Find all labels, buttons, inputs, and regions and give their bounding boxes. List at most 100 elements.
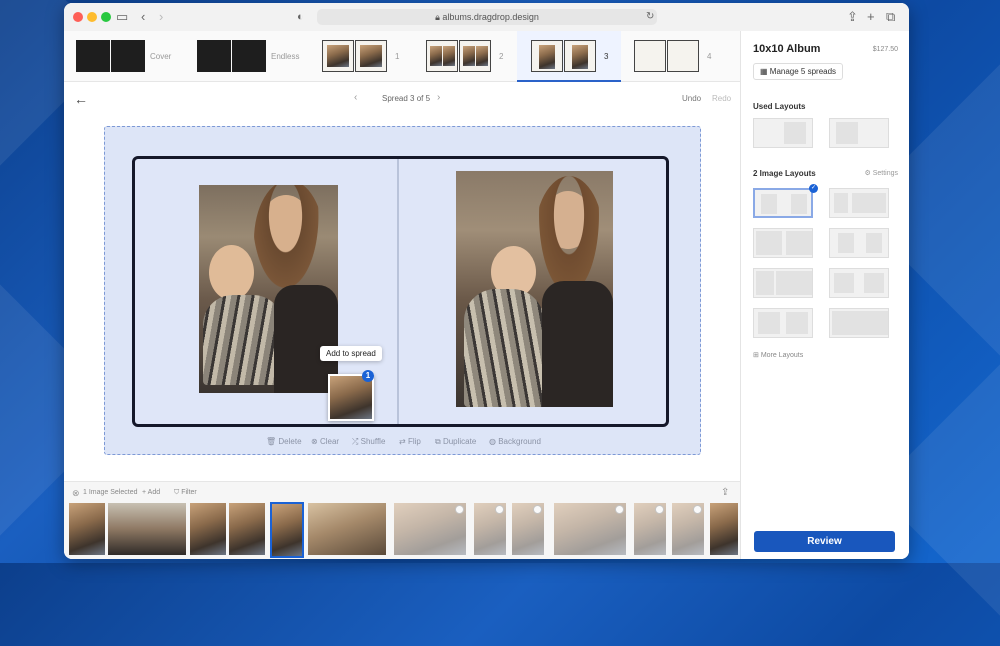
- library-photo[interactable]: [308, 503, 386, 555]
- spread-thumb-endless[interactable]: Endless: [197, 40, 300, 72]
- layout-option[interactable]: [753, 118, 813, 148]
- spread-tab-selected[interactable]: 3: [517, 31, 621, 82]
- layout-sidebar: 10x10 Album $127.50 ▦ Manage 5 spreads U…: [740, 31, 909, 559]
- two-image-layouts-heading: 2 Image Layouts: [753, 169, 816, 178]
- back-arrow-icon[interactable]: ‹: [141, 9, 145, 25]
- used-check-icon: [455, 505, 464, 514]
- spread-label: Endless: [271, 52, 300, 61]
- spread-indicator: Spread 3 of 5: [382, 94, 431, 103]
- back-arrow-icon[interactable]: ←: [74, 91, 88, 107]
- more-layouts-button[interactable]: ⊞ More Layouts: [753, 351, 803, 359]
- layout-option[interactable]: [829, 118, 889, 148]
- manage-spreads-button[interactable]: ▦ Manage 5 spreads: [753, 63, 844, 80]
- flip-icon: ⇄: [399, 437, 408, 446]
- spread-thumb-3[interactable]: 3: [531, 40, 611, 72]
- layout-option[interactable]: [753, 228, 813, 258]
- deselect-icon[interactable]: ⊗: [72, 488, 80, 499]
- spread-action-shuffle[interactable]: ⤮ Shuffle: [352, 437, 385, 447]
- spread-action-delete[interactable]: 🗑︎ Delete: [266, 437, 302, 446]
- forward-arrow-icon[interactable]: ›: [159, 9, 163, 25]
- layout-option[interactable]: [753, 308, 813, 338]
- spread-thumb-4[interactable]: 4: [634, 40, 714, 72]
- maximize-window-button[interactable]: [101, 12, 111, 22]
- library-photo[interactable]: [190, 503, 226, 555]
- library-photo[interactable]: [229, 503, 265, 555]
- clear-icon: ⊗: [311, 437, 320, 446]
- selected-check-icon: ✓: [809, 184, 818, 193]
- undo-button[interactable]: Undo: [682, 94, 701, 103]
- filter-button[interactable]: ⛉ Filter: [174, 489, 197, 497]
- shuffle-icon: ⤮: [352, 437, 361, 446]
- selection-count-badge: 1: [362, 370, 374, 382]
- library-photo[interactable]: [108, 503, 186, 555]
- selection-count-text: 1 Image Selected: [83, 489, 138, 496]
- browser-titlebar: ▭ ‹ › ◐ 🔒︎ albums.dragdrop.design ↻ ⇪ + …: [64, 3, 909, 32]
- layout-settings-button[interactable]: ⚙ Settings: [864, 169, 898, 177]
- spread-label: 3: [604, 52, 609, 61]
- library-photo-used[interactable]: [554, 503, 626, 555]
- duplicate-icon: ⧉: [435, 437, 443, 446]
- layout-option[interactable]: [829, 308, 889, 338]
- spread-label: 1: [395, 52, 400, 61]
- library-photo-used[interactable]: [512, 503, 544, 555]
- grid-icon: ▦: [760, 67, 770, 76]
- layout-option[interactable]: [829, 188, 889, 218]
- spread-label: 4: [707, 52, 712, 61]
- layout-option-selected[interactable]: [753, 188, 813, 218]
- layout-option[interactable]: [829, 268, 889, 298]
- library-photo-used[interactable]: [394, 503, 466, 555]
- spread-action-flip[interactable]: ⇄ Flip: [399, 437, 421, 446]
- background-icon: ◍: [489, 437, 499, 446]
- left-page-photo[interactable]: [199, 185, 338, 393]
- prev-spread-icon[interactable]: ‹: [354, 92, 357, 103]
- library-photo-selected[interactable]: [270, 502, 304, 558]
- library-photo[interactable]: [69, 503, 105, 555]
- used-check-icon: [495, 505, 504, 514]
- sidebar-toggle-icon[interactable]: ▭: [116, 9, 128, 25]
- browser-window: ▭ ‹ › ◐ 🔒︎ albums.dragdrop.design ↻ ⇪ + …: [64, 3, 909, 559]
- editor-toolbar: ← ‹ Spread 3 of 5 › Undo Redo: [64, 81, 740, 117]
- url-text: albums.dragdrop.design: [442, 12, 539, 22]
- spread-label: Cover: [150, 52, 172, 61]
- redo-button[interactable]: Redo: [712, 94, 731, 103]
- layout-option[interactable]: [829, 228, 889, 258]
- reload-icon[interactable]: ↻: [646, 9, 654, 25]
- add-photos-button[interactable]: + Add: [142, 489, 160, 496]
- layout-option[interactable]: [753, 268, 813, 298]
- spread-thumb-cover[interactable]: Cover: [76, 40, 172, 72]
- album-title: 10x10 Album: [753, 43, 821, 55]
- share-icon[interactable]: ⇪: [847, 9, 858, 25]
- library-photo[interactable]: [710, 503, 738, 555]
- library-photo-used[interactable]: [672, 503, 704, 555]
- page-gutter: [397, 159, 399, 424]
- review-button[interactable]: Review: [754, 531, 895, 552]
- used-check-icon: [533, 505, 542, 514]
- library-photo-used[interactable]: [634, 503, 666, 555]
- upload-icon[interactable]: ⇪: [721, 487, 729, 498]
- album-price: $127.50: [872, 46, 898, 53]
- used-check-icon: [655, 505, 664, 514]
- shield-icon[interactable]: ◐: [297, 9, 304, 25]
- close-window-button[interactable]: [73, 12, 83, 22]
- spreads-strip: Cover Endless 1 2 3 4: [64, 31, 740, 82]
- spread-thumb-1[interactable]: 1: [322, 40, 402, 72]
- right-page-photo[interactable]: [456, 171, 613, 407]
- address-bar[interactable]: 🔒︎ albums.dragdrop.design: [317, 9, 657, 25]
- settings-icon: ⚙: [864, 170, 873, 177]
- tabs-overview-icon[interactable]: ⧉: [886, 9, 895, 25]
- spread-action-background[interactable]: ◍ Background: [489, 437, 541, 446]
- used-layouts-heading: Used Layouts: [753, 102, 806, 111]
- trash-icon: 🗑︎: [266, 437, 279, 446]
- spread-label: 2: [499, 52, 504, 61]
- photo-library: ⊗ 1 Image Selected + Add ⛉ Filter ⇪: [64, 481, 740, 559]
- used-check-icon: [693, 505, 702, 514]
- new-tab-icon[interactable]: +: [867, 9, 875, 25]
- spread-action-clear[interactable]: ⊗ Clear: [311, 437, 339, 446]
- spread-action-duplicate[interactable]: ⧉ Duplicate: [435, 437, 476, 447]
- used-check-icon: [615, 505, 624, 514]
- plus-square-icon: ⊞: [753, 352, 761, 359]
- minimize-window-button[interactable]: [87, 12, 97, 22]
- next-spread-icon[interactable]: ›: [437, 92, 440, 103]
- library-photo-used[interactable]: [474, 503, 506, 555]
- spread-thumb-2[interactable]: 2: [426, 40, 506, 72]
